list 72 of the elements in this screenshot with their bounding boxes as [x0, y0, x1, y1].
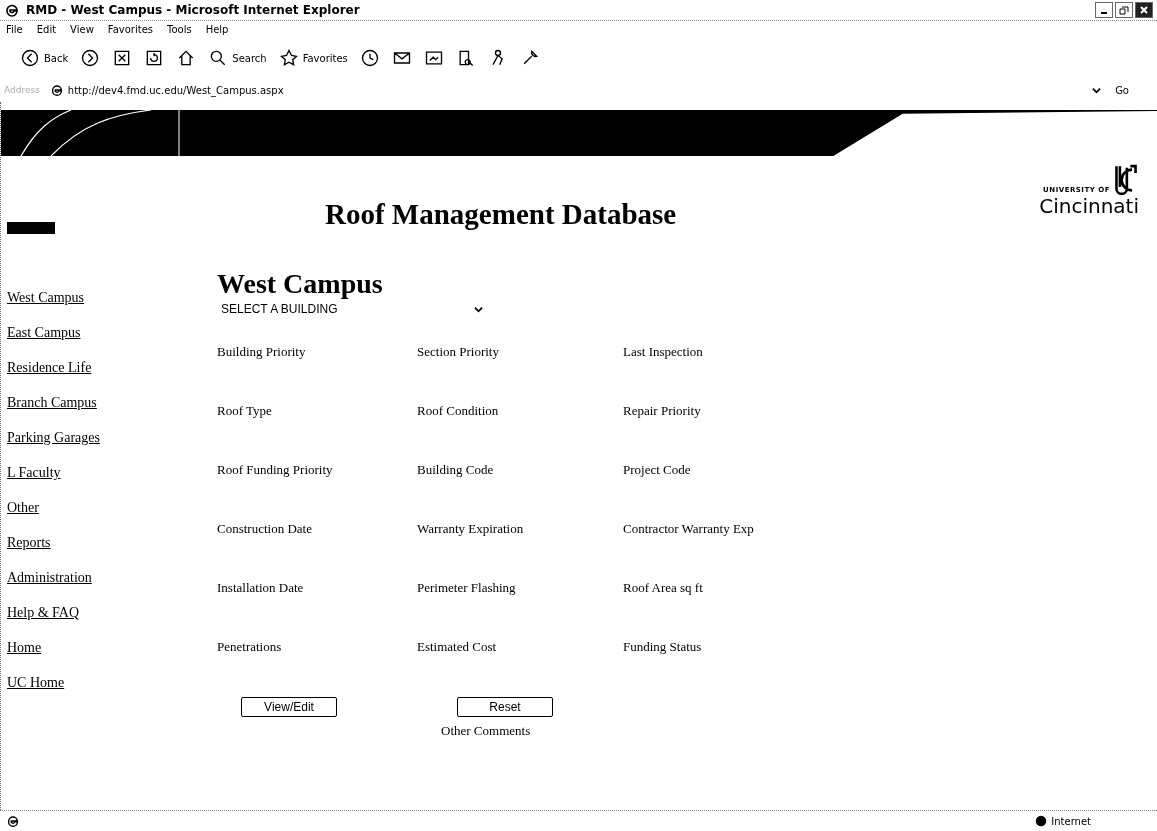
close-icon [1139, 5, 1149, 15]
field-label: Section Priority [417, 344, 500, 360]
form-button[interactable]: Reset [457, 697, 553, 717]
field-label: Perimeter Flashing [417, 580, 517, 596]
menu-item[interactable]: File [6, 24, 23, 35]
restore-icon [1119, 5, 1129, 15]
menu-item[interactable]: Edit [36, 24, 57, 35]
logo-name: Cincinnati [1039, 196, 1139, 216]
field-label: Penetrations [217, 639, 283, 655]
field-label: Roof Funding Priority [217, 462, 334, 478]
address-label: Address [4, 85, 40, 95]
field-label: Funding Status [623, 639, 703, 655]
comments-label: Other Comments [441, 723, 531, 738]
minimize-button[interactable] [1095, 2, 1113, 18]
uc-monogram-icon [1113, 164, 1139, 196]
sidebar-link[interactable]: UC Home [7, 675, 65, 691]
toolbar-button[interactable]: Favorites [278, 48, 348, 68]
menu-item[interactable]: Favorites [107, 24, 153, 35]
dropdown-icon [474, 304, 483, 314]
sidebar-link[interactable]: Other [7, 500, 39, 516]
field-label: Roof Area sq ft [623, 580, 704, 596]
field-label: Repair Priority [623, 403, 702, 419]
menu-item[interactable]: Tools [167, 24, 192, 35]
field-label: Construction Date [217, 521, 313, 537]
window-title: RMD - West Campus - Microsoft Internet Explorer [26, 3, 360, 17]
page-icon [49, 83, 64, 97]
star-icon [278, 48, 299, 68]
section-heading: West Campus [217, 268, 384, 300]
sidebar-link[interactable]: Help & FAQ [7, 605, 80, 621]
sidebar-link[interactable]: East Campus [7, 325, 81, 341]
address-value: http://dev4.fmd.uc.edu/West_Campus.aspx [67, 84, 284, 96]
field-label: Estimated Cost [417, 639, 498, 655]
zone-label: Internet [1051, 815, 1091, 827]
browser-logo-icon [4, 2, 20, 18]
back-icon [20, 48, 40, 68]
sidebar-link[interactable]: Parking Garages [7, 430, 100, 446]
sidebar-link[interactable]: Branch Campus [7, 395, 97, 411]
sidebar-link[interactable]: Administration [7, 570, 92, 586]
close-button[interactable] [1135, 2, 1153, 18]
field-label: Project Code [623, 462, 692, 478]
menu-item[interactable]: View [70, 24, 94, 35]
field-label: Roof Condition [417, 403, 500, 419]
building-dropdown[interactable]: SELECT A BUILDING [217, 302, 487, 316]
toolbar-button[interactable]: Back [20, 48, 69, 68]
clock-icon [359, 48, 380, 68]
minimize-icon [1101, 12, 1107, 14]
field-label: Building Priority [217, 344, 307, 360]
toolbar-button[interactable] [80, 48, 101, 68]
field-label: Contractor Warranty Exp [623, 521, 755, 537]
toolbar-button[interactable] [359, 48, 380, 68]
restore-button[interactable] [1115, 2, 1133, 18]
sidebar-link[interactable]: West Campus [7, 290, 85, 306]
page-icon [6, 814, 20, 828]
dropdown-icon [1092, 85, 1102, 95]
sidebar-link[interactable]: Residence Life [7, 360, 92, 376]
go-button[interactable]: Go [1111, 84, 1153, 96]
sidebar-link[interactable]: Home [7, 640, 42, 656]
form-button[interactable]: View/Edit [241, 697, 337, 717]
decorative-bar [7, 222, 55, 234]
menu-item[interactable]: Help [205, 24, 229, 35]
page-title: Roof Management Database [325, 198, 677, 231]
sidebar-link[interactable]: L Faculty [7, 465, 61, 481]
sidebar-link[interactable]: Reports [7, 535, 51, 551]
field-label: Building Code [417, 462, 495, 478]
field-label: Warranty Expiration [417, 521, 525, 537]
address-field[interactable]: http://dev4.fmd.uc.edu/West_Campus.aspx [47, 82, 1104, 98]
field-label: Last Inspection [623, 344, 704, 360]
toolbar-button[interactable]: Search [208, 48, 267, 68]
field-label: Roof Type [217, 403, 273, 419]
field-label: Installation Date [217, 580, 305, 596]
forward-icon [80, 48, 101, 68]
dropdown-value: SELECT A BUILDING [221, 302, 338, 316]
